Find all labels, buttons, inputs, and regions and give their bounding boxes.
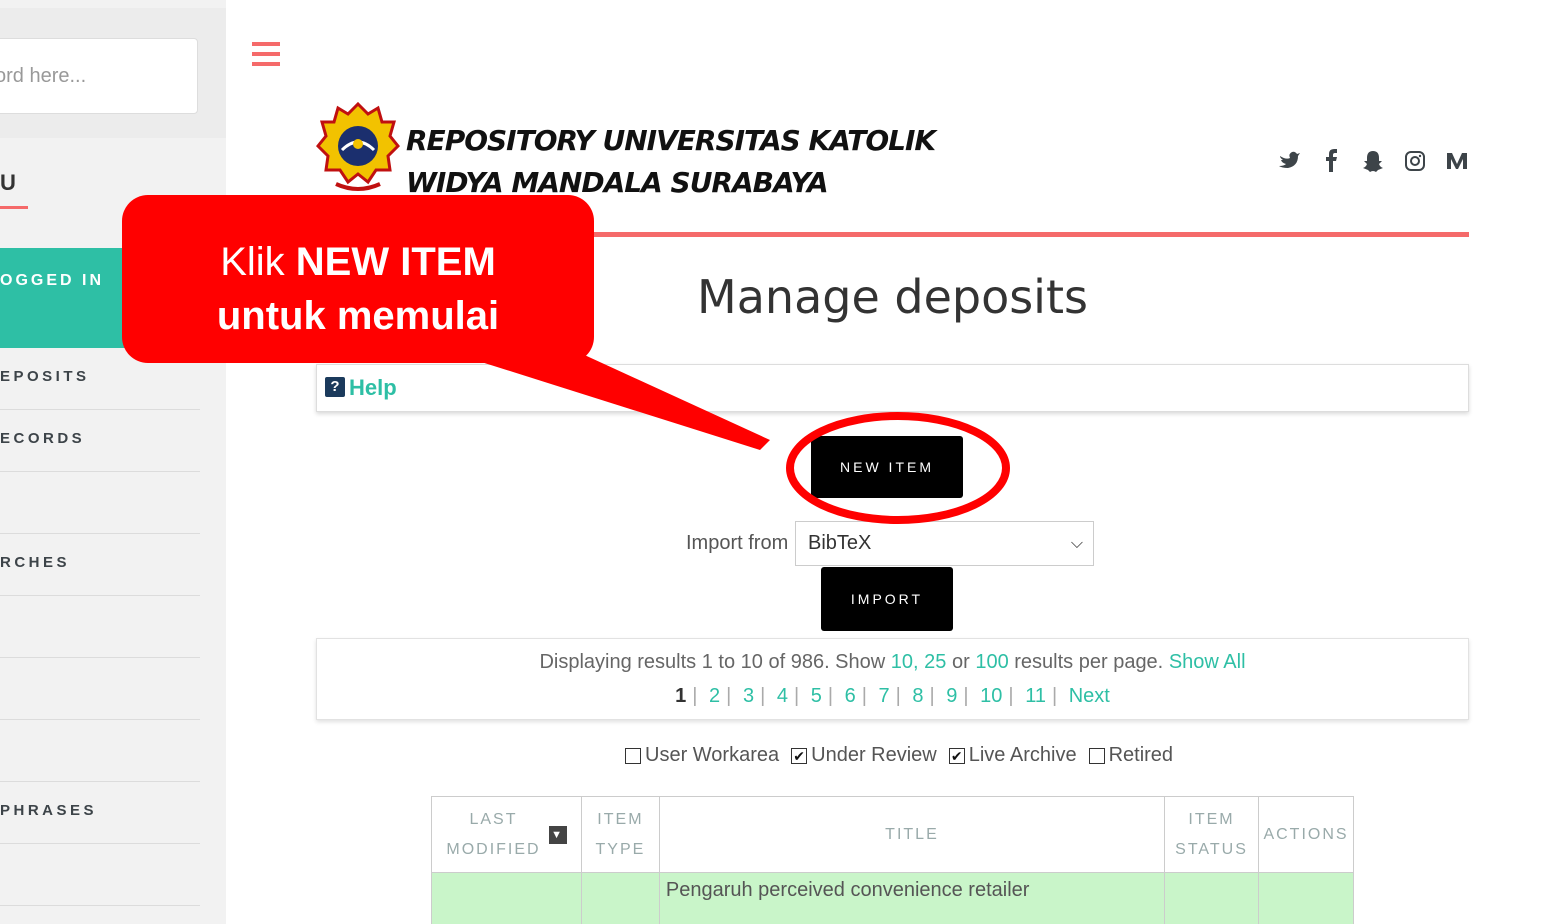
filter-retired[interactable]: Retired	[1088, 744, 1174, 767]
filter-live-archive[interactable]: ✔ Live Archive	[948, 744, 1077, 767]
page-link[interactable]: 10	[980, 685, 1002, 707]
menu-heading: U	[0, 170, 19, 195]
col-last-modified[interactable]: LAST MODIFIED ▼	[431, 796, 582, 873]
twitter-icon[interactable]	[1278, 146, 1300, 176]
sidebar-item-searches[interactable]: RCHES	[0, 534, 200, 596]
page-link[interactable]: 6	[845, 685, 856, 707]
sidebar-item-5[interactable]	[0, 596, 200, 658]
snapchat-icon[interactable]	[1362, 146, 1384, 176]
col-label: TITLE	[885, 825, 939, 843]
deposits-table: LAST MODIFIED ▼ ITEM TYPE TITLE ITEM STATUS…	[431, 796, 1354, 924]
status-filters: User Workarea ✔ Under Review ✔ Live Archiv…	[625, 744, 1173, 767]
logged-in-label: OGGED IN	[0, 272, 105, 289]
page-link[interactable]: 3	[743, 685, 754, 707]
instruction-callout: Klik NEW ITEM untuk memulai	[122, 195, 594, 363]
sidebar-item-7[interactable]	[0, 720, 200, 782]
page-link[interactable]: 4	[777, 685, 788, 707]
next-page-link[interactable]: Next	[1069, 685, 1110, 707]
search-input[interactable]: ord here...	[0, 38, 198, 114]
page-link[interactable]: 5	[811, 685, 822, 707]
chevron-down-icon: ⌵	[1070, 535, 1083, 552]
search-placeholder: ord here...	[0, 65, 87, 87]
cell-actions	[1258, 872, 1354, 924]
instagram-icon[interactable]	[1404, 146, 1426, 176]
col-label: LAST	[469, 810, 518, 828]
new-item-button[interactable]: NEW ITEM	[811, 436, 963, 498]
checkbox-unchecked[interactable]	[625, 747, 641, 764]
help-panel[interactable]: ? Help	[316, 364, 1469, 412]
cell-title[interactable]: Pengaruh perceived convenience retailer	[658, 872, 1166, 924]
per-page-25-link[interactable]: 25	[924, 651, 946, 673]
filter-label: User Workarea	[645, 744, 780, 766]
facebook-icon[interactable]	[1320, 146, 1342, 176]
filter-user-workarea[interactable]: User Workarea	[625, 744, 779, 767]
filter-label: Under Review	[811, 744, 937, 766]
filter-label: Retired	[1108, 744, 1174, 766]
filter-under-review[interactable]: ✔ Under Review	[791, 744, 937, 767]
col-actions: ACTIONS	[1258, 796, 1354, 873]
sidebar-item-6[interactable]	[0, 658, 200, 720]
import-from-label: Import from	[686, 532, 789, 554]
table-header-row: LAST MODIFIED ▼ ITEM TYPE TITLE ITEM STATUS…	[431, 796, 1354, 873]
results-suffix: results per page.	[1014, 651, 1164, 673]
social-links	[1278, 146, 1468, 176]
per-page-10-link[interactable]: 10,	[891, 651, 919, 673]
pagination: 1 | 2 | 3 | 4 | 5 | 6 | 7 | 8 | 9 | 10 | 11 | Next	[675, 685, 1110, 707]
sidebar: ord here... U OGGED IN EPOSITS ECORDS RC…	[0, 0, 226, 924]
import-format-value: BibTeX	[808, 532, 872, 554]
page-link[interactable]: 2	[709, 685, 720, 707]
results-prefix: Displaying results 1 to 10 of 986. Show	[539, 651, 886, 673]
per-page-100-link[interactable]: 100	[975, 651, 1008, 673]
checkbox-checked[interactable]: ✔	[791, 747, 808, 764]
help-icon: ?	[325, 377, 345, 397]
page-current: 1	[675, 685, 687, 707]
sidebar-item-label: EPOSITS	[0, 368, 90, 385]
col-label: ITEM	[597, 810, 644, 828]
col-item-type[interactable]: ITEM TYPE	[580, 796, 660, 873]
sidebar-item-records[interactable]: ECORDS	[0, 410, 200, 472]
checkbox-unchecked[interactable]	[1088, 747, 1105, 764]
per-page-or-text: or	[951, 651, 970, 673]
medium-icon[interactable]	[1446, 146, 1468, 176]
results-summary: Displaying results 1 to 10 of 986. Show …	[316, 638, 1469, 720]
col-label: ITEM	[1188, 810, 1235, 828]
callout-line1: Klik NEW ITEM	[220, 240, 496, 284]
sidebar-item-phrases[interactable]: PHRASES	[0, 782, 200, 844]
sidebar-item-label: ECORDS	[0, 430, 86, 447]
col-label: TYPE	[595, 840, 646, 858]
cell-last-modified	[431, 872, 582, 924]
col-title[interactable]: TITLE	[658, 796, 1166, 873]
menu-heading-underline	[0, 206, 28, 209]
checkbox-checked[interactable]: ✔	[948, 747, 965, 764]
col-label: STATUS	[1175, 840, 1248, 858]
cell-item-type	[580, 872, 660, 924]
table-row[interactable]: Pengaruh perceived convenience retailer	[431, 872, 1354, 924]
sort-desc-icon[interactable]: ▼	[548, 825, 567, 844]
cell-item-status	[1164, 872, 1259, 924]
menu-toggle-icon[interactable]	[252, 42, 280, 72]
import-format-select[interactable]: BibTeX ⌵	[795, 521, 1094, 566]
page-link[interactable]: 7	[879, 685, 890, 707]
page-link[interactable]: 9	[946, 685, 957, 707]
sidebar-item-9[interactable]	[0, 844, 200, 906]
page-link[interactable]: 11	[1025, 685, 1046, 707]
sidebar-item-label: RCHES	[0, 554, 71, 571]
show-all-link[interactable]: Show All	[1169, 651, 1246, 673]
site-title-line1: REPOSITORY UNIVERSITAS KATOLIK	[406, 124, 936, 157]
col-label: MODIFIED	[446, 840, 541, 858]
site-title[interactable]: REPOSITORY UNIVERSITAS KATOLIK WIDYA MAN…	[406, 120, 936, 204]
page-link[interactable]: 8	[912, 685, 923, 707]
callout-line2: untuk memulai	[216, 294, 500, 338]
sidebar-item-3[interactable]	[0, 472, 200, 534]
col-label: ACTIONS	[1263, 825, 1349, 843]
import-button[interactable]: IMPORT	[821, 567, 953, 631]
help-link[interactable]: Help	[349, 375, 397, 401]
col-item-status[interactable]: ITEM STATUS	[1164, 796, 1259, 873]
filter-label: Live Archive	[968, 744, 1077, 766]
university-logo	[316, 101, 400, 191]
sidebar-item-label: PHRASES	[0, 802, 98, 819]
results-count-line: Displaying results 1 to 10 of 986. Show …	[317, 651, 1468, 674]
sidebar-search-area: ord here...	[0, 8, 226, 138]
